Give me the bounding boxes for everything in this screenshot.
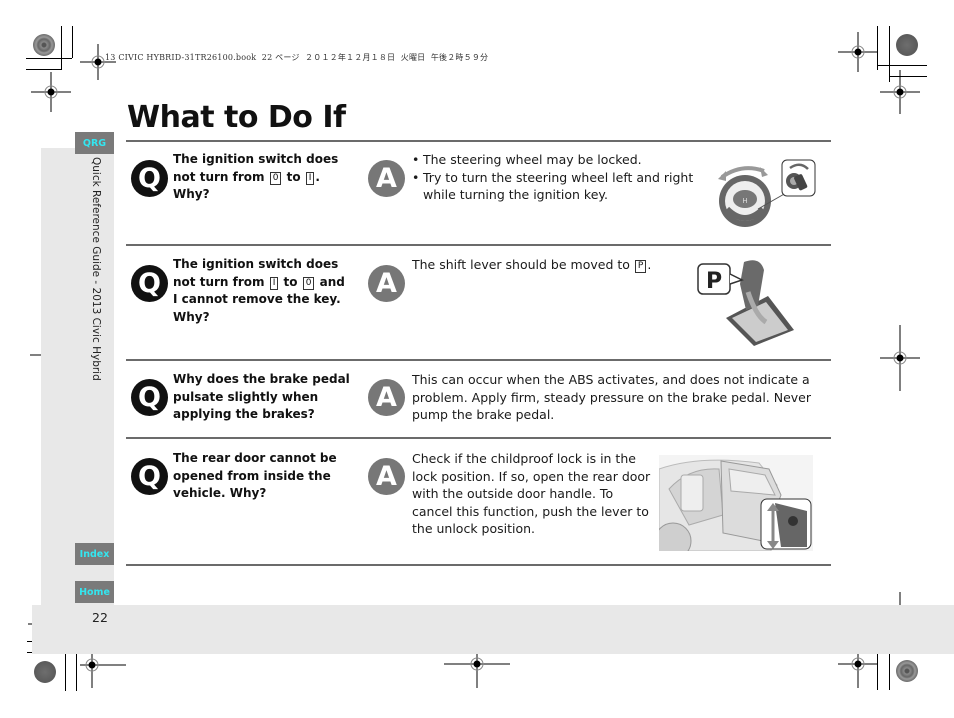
divider	[126, 140, 831, 142]
answer-bullet: Try to turn the steering wheel left and …	[412, 169, 712, 204]
steering-wheel-illustration: H	[718, 159, 816, 227]
answer-badge: A	[368, 160, 405, 197]
crop-line	[76, 652, 77, 691]
question-text: Why does the brake pedal pulsate slightl…	[173, 372, 350, 421]
registration-mark	[80, 652, 126, 688]
home-button[interactable]: Home	[75, 581, 114, 603]
question-badge: Q	[131, 160, 168, 197]
question-badge: Q	[131, 379, 168, 416]
sidebar-vertical-label: Quick Reference Guide - 2013 Civic Hybri…	[90, 157, 102, 381]
answer-badge: A	[368, 458, 405, 495]
crop-line	[877, 65, 927, 66]
divider	[126, 359, 831, 361]
divider	[126, 437, 831, 439]
question-badge: Q	[131, 458, 168, 495]
crop-line	[61, 26, 62, 70]
answer-text: Check if the childproof lock is in the l…	[412, 451, 651, 536]
color-disc-bottom-left	[34, 661, 56, 683]
registration-mark	[838, 650, 878, 688]
shift-lever-illustration: P	[697, 260, 794, 346]
switch-position-key: I	[269, 276, 279, 290]
registration-mark	[880, 70, 920, 114]
crop-line	[26, 58, 72, 59]
page-number: 22	[92, 610, 108, 625]
divider	[126, 564, 831, 566]
svg-text:H: H	[742, 197, 747, 205]
color-rosette-bottom-right	[896, 660, 918, 682]
answer-badge: A	[368, 379, 405, 416]
question-badge: Q	[131, 265, 168, 302]
color-disc-top-right	[896, 34, 918, 56]
crop-line	[72, 26, 73, 58]
footer-panel	[32, 605, 954, 654]
crop-line	[26, 69, 62, 70]
question-text: The rear door cannot be opened from insi…	[173, 451, 337, 500]
park-label: P	[706, 269, 722, 294]
question-text: The ignition switch does not turn from I…	[173, 257, 345, 324]
shift-position-key: P	[634, 260, 647, 273]
answer-text: This can occur when the ABS activates, a…	[412, 372, 812, 422]
registration-mark	[880, 325, 920, 391]
page-title: What to Do If	[127, 100, 346, 135]
index-button[interactable]: Index	[75, 543, 114, 565]
print-header-metadata: 13 CIVIC HYBRID-31TR26100.book 22 ページ ２０…	[105, 53, 489, 62]
answer-text: The steering wheel may be locked. Try to…	[412, 151, 712, 204]
switch-position-key: I	[305, 171, 315, 185]
rear-door-childproof-lock-illustration	[659, 455, 813, 551]
switch-position-key: 0	[302, 276, 315, 290]
registration-mark	[31, 72, 71, 112]
registration-mark	[838, 32, 878, 72]
sidebar-panel	[41, 148, 114, 605]
answer-bullet: The steering wheel may be locked.	[412, 151, 712, 169]
color-rosette-top-left	[33, 34, 55, 56]
divider	[126, 244, 831, 246]
answer-badge: A	[368, 265, 405, 302]
registration-mark	[444, 652, 510, 688]
switch-position-key: 0	[269, 171, 282, 185]
tab-qrg[interactable]: QRG	[75, 132, 114, 154]
answer-text: The shift lever should be moved to P.	[412, 257, 652, 273]
question-text: The ignition switch does not turn from 0…	[173, 152, 339, 201]
